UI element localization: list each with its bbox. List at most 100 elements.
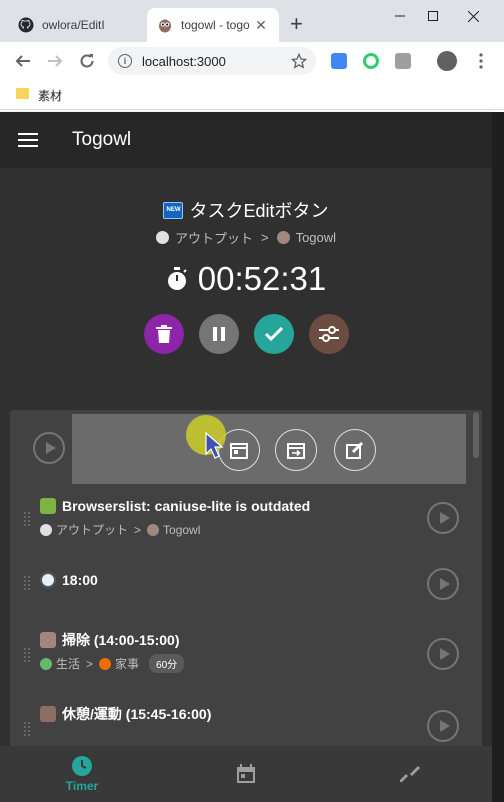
pause-button[interactable]	[198, 314, 239, 354]
translate-extension-icon[interactable]	[331, 53, 347, 69]
drag-handle-icon[interactable]	[24, 722, 30, 736]
scrollbar-thumb[interactable]	[473, 412, 479, 458]
new-badge-icon: NEW	[163, 201, 184, 219]
app-title: Togowl	[72, 129, 132, 150]
drag-handle-icon[interactable]	[24, 648, 30, 662]
play-button[interactable]	[427, 502, 459, 534]
reload-button[interactable]	[76, 50, 98, 72]
list-item[interactable]: 18:00	[10, 556, 472, 616]
nav-tools[interactable]	[372, 746, 448, 802]
minimize-window-button[interactable]	[385, 5, 415, 27]
entry-title-text: 掃除 (14:00-15:00)	[62, 632, 180, 648]
entry-breadcrumb: 生活 > 家事 60分	[40, 654, 185, 673]
menu-icon[interactable]	[18, 133, 38, 147]
house-icon	[99, 657, 112, 670]
current-task-title: NEW タスクEditボタン	[0, 197, 492, 223]
reload-icon	[80, 54, 94, 68]
check-icon	[264, 327, 283, 341]
list-item[interactable]: Browserslist: caniuse-lite is outdated ア…	[10, 488, 472, 552]
calendar-icon	[230, 443, 248, 459]
edit-icon	[346, 441, 364, 459]
delete-button[interactable]	[143, 314, 184, 354]
address-bar[interactable]: i localhost:3000	[108, 47, 316, 75]
close-tab-icon[interactable]: ✕	[253, 17, 269, 34]
bookmark-star-button[interactable]	[288, 50, 310, 72]
close-icon	[467, 10, 479, 22]
elapsed-timer: 00:52:31	[0, 260, 492, 298]
info-icon[interactable]: i	[118, 54, 132, 68]
maximize-icon	[428, 11, 438, 21]
deer-icon	[40, 706, 56, 722]
broom-icon	[40, 632, 56, 648]
play-button[interactable]	[427, 568, 459, 600]
nav-calendar[interactable]	[208, 746, 284, 802]
entry-title: Browserslist: caniuse-lite is outdated	[40, 498, 310, 514]
tab-title: owlora/EditI	[42, 18, 105, 32]
entry-list: Browserslist: caniuse-lite is outdated ア…	[10, 410, 482, 746]
edit-button[interactable]	[334, 429, 376, 471]
entry-project: アウトプット	[56, 523, 129, 537]
owl-icon	[276, 231, 290, 244]
browser-tab-github[interactable]: owlora/EditI	[8, 8, 143, 42]
bookmarks-bar: 素材	[0, 80, 504, 110]
bookmark-folder[interactable]: 素材	[38, 87, 62, 104]
calendar-arrow-icon	[287, 443, 305, 459]
drag-handle-icon[interactable]	[24, 576, 30, 590]
entry-title-text: 18:00	[62, 572, 98, 588]
list-item[interactable]: 休憩/運動 (15:45-16:00)	[10, 692, 472, 746]
client-name: Togowl	[295, 230, 337, 245]
play-button[interactable]	[33, 432, 65, 464]
scrollbar-track[interactable]	[470, 410, 482, 746]
play-button[interactable]	[427, 710, 459, 742]
back-button[interactable]	[12, 50, 34, 72]
window-edge	[492, 112, 504, 802]
browser-menu-button[interactable]	[470, 50, 492, 72]
maximize-window-button[interactable]	[418, 5, 448, 27]
skull-icon	[40, 523, 52, 536]
caterpillar-icon	[40, 498, 56, 514]
list-item-swiped[interactable]	[10, 410, 472, 488]
github-icon	[18, 17, 34, 33]
close-window-button[interactable]	[458, 5, 488, 27]
nav-timer[interactable]: Timer	[44, 746, 120, 802]
estimate-chip: 60分	[149, 654, 185, 673]
play-button[interactable]	[427, 638, 459, 670]
browser-toolbar: i localhost:3000	[0, 42, 504, 80]
folder-icon	[16, 88, 29, 99]
forward-button[interactable]	[44, 50, 66, 72]
entry-project: 生活	[56, 657, 81, 671]
entry-client: 家事	[115, 657, 140, 671]
task-title-text: タスクEditボタン	[189, 201, 329, 221]
star-icon	[291, 53, 307, 69]
profile-avatar[interactable]	[437, 51, 457, 71]
arrow-right-icon	[48, 55, 63, 67]
pause-icon	[212, 327, 225, 341]
list-item[interactable]: 掃除 (14:00-15:00) 生活 > 家事 60分	[10, 618, 472, 688]
breadcrumb-separator: >	[134, 522, 142, 537]
entry-breadcrumb: アウトプット > Togowl	[40, 521, 200, 538]
grammar-extension-icon[interactable]	[363, 53, 379, 69]
entry-actions	[0, 314, 492, 354]
browser-chrome: owlora/EditI togowl - togo ✕ + i localho…	[0, 0, 504, 112]
clock-icon	[40, 572, 56, 588]
tab-strip: owlora/EditI togowl - togo ✕ +	[0, 0, 504, 42]
entry-title: 18:00	[40, 572, 98, 588]
entry-title-text: Browserslist: caniuse-lite is outdated	[62, 498, 311, 514]
entry-title-text: 休憩/運動 (15:45-16:00)	[62, 706, 212, 722]
complete-button[interactable]	[253, 314, 294, 354]
reschedule-button[interactable]	[275, 429, 317, 471]
owl-icon	[147, 523, 160, 536]
tune-icon	[318, 326, 339, 342]
pocket-extension-icon[interactable]	[395, 53, 411, 69]
arrow-left-icon	[15, 55, 30, 67]
settings-button[interactable]	[308, 314, 349, 354]
browser-tab-togowl[interactable]: togowl - togo ✕	[147, 8, 279, 42]
breadcrumb: アウトプット > Togowl	[0, 228, 492, 247]
elapsed-time: 00:52:31	[197, 260, 327, 297]
bottom-navigation: Timer	[0, 746, 492, 802]
nav-timer-label: Timer	[65, 778, 99, 793]
new-tab-button[interactable]: +	[290, 13, 303, 35]
minimize-icon	[395, 15, 405, 17]
drag-handle-icon[interactable]	[24, 512, 30, 526]
project-name: アウトプット	[174, 231, 253, 246]
